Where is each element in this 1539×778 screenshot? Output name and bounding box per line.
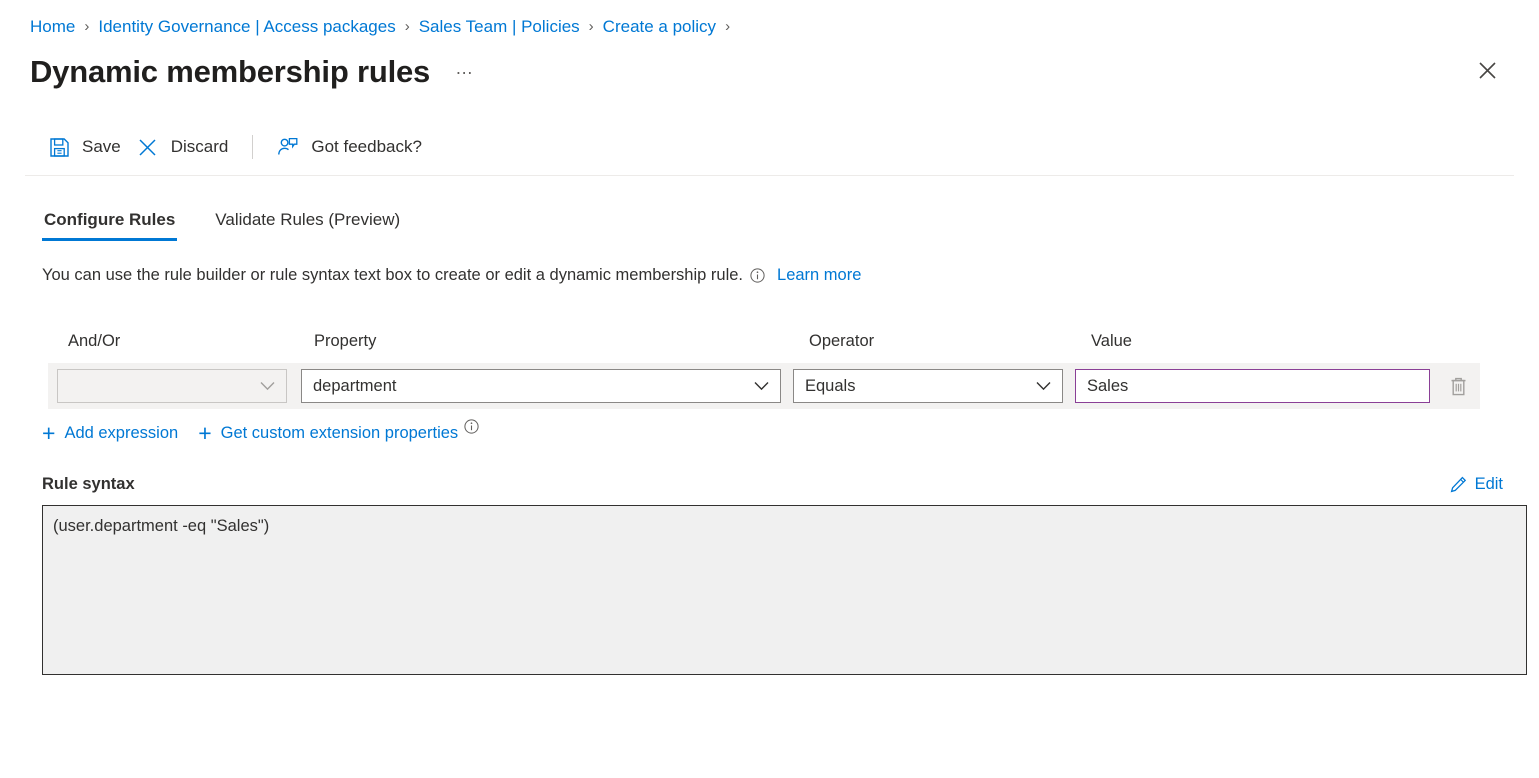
tab-validate-rules[interactable]: Validate Rules (Preview) — [213, 210, 402, 241]
got-feedback-button-label: Got feedback? — [311, 137, 422, 157]
info-icon[interactable] — [464, 419, 479, 439]
get-custom-extension-properties-label: Get custom extension properties — [221, 424, 459, 443]
plus-icon: + — [198, 424, 211, 442]
save-button-label: Save — [82, 137, 121, 157]
breadcrumb-item-identity-governance[interactable]: Identity Governance | Access packages — [98, 17, 395, 37]
save-floppy-icon — [48, 136, 70, 158]
breadcrumb-separator-icon: › — [84, 17, 89, 37]
plus-icon: + — [42, 424, 55, 442]
info-icon[interactable] — [750, 268, 765, 288]
discard-button-label: Discard — [171, 137, 229, 157]
got-feedback-button[interactable]: Got feedback? — [269, 125, 430, 169]
column-header-property: Property — [314, 332, 809, 351]
description-text: You can use the rule builder or rule syn… — [42, 266, 743, 285]
get-custom-extension-properties-button[interactable]: + Get custom extension properties — [198, 423, 479, 443]
page-title: Dynamic membership rules — [30, 54, 430, 90]
chevron-down-icon — [260, 382, 275, 391]
add-expression-label: Add expression — [64, 424, 178, 443]
property-dropdown[interactable]: department — [301, 369, 781, 403]
rule-expression-row: department Equals Sales — [48, 363, 1480, 409]
feedback-person-icon — [277, 136, 299, 158]
property-dropdown-value: department — [313, 377, 396, 396]
discard-x-icon — [137, 136, 159, 158]
save-button[interactable]: Save — [40, 125, 129, 169]
add-links-row: + Add expression + Get custom extension … — [0, 423, 1539, 443]
add-expression-button[interactable]: + Add expression — [42, 424, 178, 443]
toolbar-divider — [25, 175, 1514, 176]
breadcrumb-item-home[interactable]: Home — [30, 17, 75, 37]
breadcrumb-separator-icon: › — [725, 17, 730, 37]
pencil-icon — [1450, 476, 1467, 493]
column-header-operator: Operator — [809, 332, 1091, 351]
breadcrumb-separator-icon: › — [405, 17, 410, 37]
chevron-down-icon — [1036, 382, 1051, 391]
tab-list: Configure Rules Validate Rules (Preview) — [0, 199, 1539, 241]
edit-rule-syntax-button[interactable]: Edit — [1450, 475, 1503, 494]
learn-more-link[interactable]: Learn more — [777, 266, 861, 285]
rule-syntax-header: Rule syntax Edit — [0, 475, 1539, 494]
value-input-text: Sales — [1087, 377, 1128, 396]
column-header-value: Value — [1091, 332, 1391, 351]
column-header-and-or: And/Or — [68, 332, 314, 351]
rule-syntax-textarea[interactable]: (user.department -eq "Sales") — [42, 505, 1527, 675]
close-icon[interactable] — [1471, 54, 1503, 86]
chevron-down-icon — [754, 382, 769, 391]
discard-button[interactable]: Discard — [129, 125, 237, 169]
rule-syntax-label: Rule syntax — [42, 475, 135, 494]
breadcrumb: Home › Identity Governance | Access pack… — [0, 0, 1539, 37]
breadcrumb-item-sales-team-policies[interactable]: Sales Team | Policies — [419, 17, 580, 37]
value-input[interactable]: Sales — [1075, 369, 1430, 403]
operator-dropdown[interactable]: Equals — [793, 369, 1063, 403]
trash-icon[interactable] — [1446, 370, 1471, 402]
command-bar: Save Discard Got feedback? — [0, 125, 1539, 169]
title-row: Dynamic membership rules … — [0, 37, 1539, 93]
edit-rule-syntax-label: Edit — [1475, 475, 1503, 494]
breadcrumb-separator-icon: › — [589, 17, 594, 37]
tab-configure-rules[interactable]: Configure Rules — [42, 210, 177, 241]
operator-dropdown-value: Equals — [805, 377, 855, 396]
breadcrumb-item-create-a-policy[interactable]: Create a policy — [603, 17, 716, 37]
description-row: You can use the rule builder or rule syn… — [0, 266, 1539, 286]
rule-grid-headers: And/Or Property Operator Value — [0, 332, 1539, 351]
more-options-icon[interactable]: … — [455, 62, 475, 82]
command-bar-divider — [252, 135, 253, 159]
and-or-dropdown[interactable] — [57, 369, 287, 403]
